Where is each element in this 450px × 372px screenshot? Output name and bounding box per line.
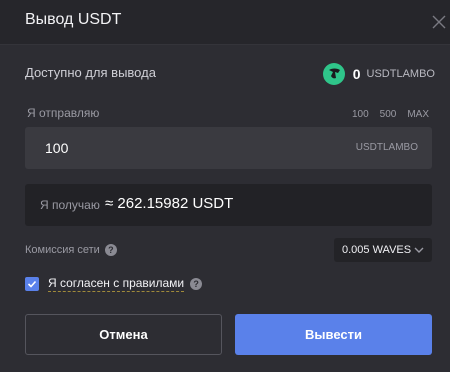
- close-icon[interactable]: [430, 13, 448, 31]
- quick-amount-100[interactable]: 100: [352, 109, 369, 120]
- agreement-label[interactable]: Я согласен с правилами: [48, 276, 185, 292]
- available-row: Доступно для вывода 0 USDTLAMBO: [25, 63, 435, 85]
- fee-select[interactable]: 0.005 WAVES: [334, 238, 432, 262]
- send-amount-input[interactable]: [45, 138, 295, 158]
- agreement-row: Я согласен с правилами ?: [25, 276, 203, 292]
- fee-selected-value: 0.005 WAVES: [342, 244, 412, 256]
- withdraw-dialog: Вывод USDT Доступно для вывода 0 USDTLAM…: [0, 0, 450, 372]
- receive-label: Я получаю: [40, 198, 100, 212]
- quick-amount-max[interactable]: MAX: [407, 109, 429, 120]
- dialog-title: Вывод USDT: [25, 11, 122, 28]
- cancel-button[interactable]: Отмена: [25, 314, 222, 355]
- chevron-down-icon: [414, 247, 424, 253]
- lambo-coin-icon: [322, 63, 345, 85]
- receive-value: ≈ 262.15982 USDT: [105, 195, 234, 212]
- send-ticker: USDTLAMBO: [355, 142, 418, 153]
- quick-amount-500[interactable]: 500: [380, 109, 397, 120]
- check-icon: [27, 280, 37, 288]
- dialog-header: Вывод USDT: [0, 0, 450, 45]
- send-label: Я отправляю: [27, 106, 100, 120]
- fee-label: Комиссия сети: [25, 244, 100, 256]
- available-balance: 0 USDTLAMBO: [322, 63, 435, 85]
- quick-amounts: 100 500 MAX: [352, 109, 429, 120]
- available-amount: 0: [352, 66, 361, 82]
- available-label: Доступно для вывода: [25, 65, 156, 80]
- fee-row: Комиссия сети ?: [25, 244, 117, 256]
- available-ticker: USDTLAMBO: [366, 68, 435, 80]
- receive-box: Я получаю ≈ 262.15982 USDT: [25, 184, 432, 226]
- withdraw-button[interactable]: Вывести: [235, 314, 432, 355]
- send-amount-field: USDTLAMBO: [25, 127, 432, 169]
- agreement-checkbox[interactable]: [25, 277, 39, 291]
- fee-help-icon[interactable]: ?: [104, 244, 117, 256]
- agreement-help-icon[interactable]: ?: [190, 278, 203, 290]
